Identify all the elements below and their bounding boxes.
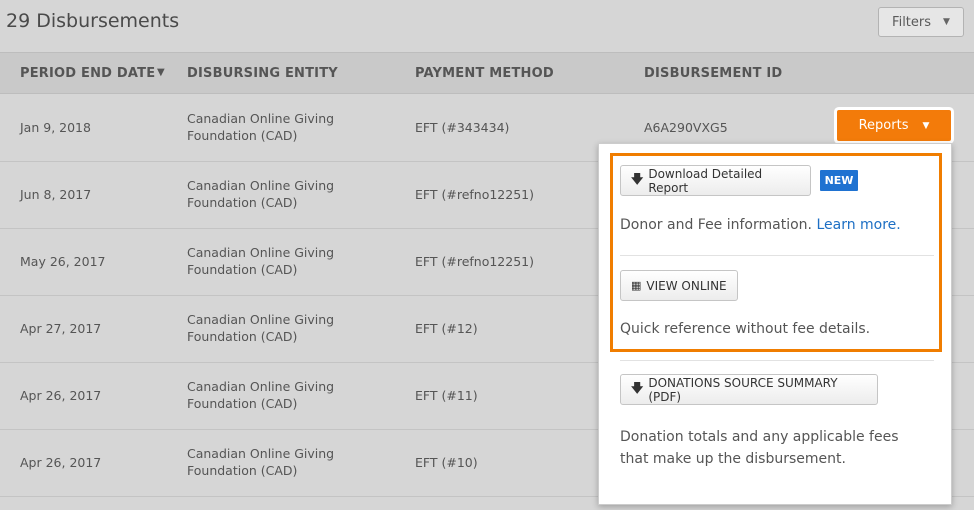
reports-button[interactable]: Reports ▼ <box>837 110 951 141</box>
download-description: Donor and Fee information. Learn more. <box>620 214 901 236</box>
payment-method: EFT (#refno12251) <box>415 187 534 202</box>
sort-down-icon[interactable]: ▼ <box>157 67 165 78</box>
download-desc-text: Donor and Fee information. <box>620 217 812 233</box>
view-online-description: Quick reference without fee details. <box>620 321 871 337</box>
column-disbursing-entity: DISBURSING ENTITY <box>187 66 338 81</box>
disbursing-entity: Canadian Online Giving Foundation (CAD) <box>187 178 335 210</box>
filters-button[interactable]: Filters ▼ <box>878 7 964 37</box>
view-online-label: VIEW ONLINE <box>646 278 727 293</box>
column-payment-method: PAYMENT METHOD <box>415 66 554 81</box>
disbursing-entity: Canadian Online Giving Foundation (CAD) <box>187 312 335 344</box>
payment-method: EFT (#11) <box>415 388 478 403</box>
menu-divider <box>620 255 934 256</box>
disbursement-id: A6A290VXG5 <box>644 120 728 135</box>
table-header: PERIOD END DATE ▼ DISBURSING ENTITY PAYM… <box>0 52 974 94</box>
period-end-date: Apr 26, 2017 <box>20 388 102 403</box>
period-end-date: Jan 9, 2018 <box>20 120 91 135</box>
menu-divider <box>620 360 934 361</box>
payment-method: EFT (#343434) <box>415 120 510 135</box>
disbursing-entity: Canadian Online Giving Foundation (CAD) <box>187 379 335 411</box>
download-arrow-icon: 🡇 <box>631 381 644 395</box>
table-grid-icon: ▦ <box>631 279 642 292</box>
download-detailed-report-label: Download Detailed Report <box>648 166 763 195</box>
new-badge: NEW <box>820 170 858 191</box>
disbursing-entity: Canadian Online Giving Foundation (CAD) <box>187 245 335 277</box>
payment-method: EFT (#refno12251) <box>415 254 534 269</box>
view-online-button[interactable]: ▦ VIEW ONLINE <box>620 270 738 301</box>
donations-source-summary-label: DONATIONS SOURCE SUMMARY (PDF) <box>648 375 838 404</box>
column-disbursement-id: DISBURSEMENT ID <box>644 66 783 81</box>
reports-label: Reports <box>858 118 909 133</box>
chevron-down-icon: ▼ <box>943 17 950 27</box>
period-end-date: Apr 26, 2017 <box>20 455 102 470</box>
learn-more-link[interactable]: Learn more. <box>816 217 900 233</box>
page-header: 29 Disbursements Filters ▼ <box>0 0 974 52</box>
chevron-down-icon: ▼ <box>922 120 930 131</box>
period-end-date: May 26, 2017 <box>20 254 106 269</box>
payment-method: EFT (#12) <box>415 321 478 336</box>
disbursing-entity: Canadian Online Giving Foundation (CAD) <box>187 446 335 478</box>
column-period-end-date[interactable]: PERIOD END DATE <box>20 66 155 81</box>
donations-source-summary-button[interactable]: 🡇 DONATIONS SOURCE SUMMARY (PDF) <box>620 374 878 405</box>
donations-summary-description: Donation totals and any applicable fees … <box>620 429 899 467</box>
disbursing-entity: Canadian Online Giving Foundation (CAD) <box>187 111 335 143</box>
period-end-date: Apr 27, 2017 <box>20 321 102 336</box>
page-title: 29 Disbursements <box>6 10 180 32</box>
download-arrow-icon: 🡇 <box>631 172 644 186</box>
payment-method: EFT (#10) <box>415 455 478 470</box>
filters-label: Filters <box>892 14 932 30</box>
download-detailed-report-button[interactable]: 🡇 Download Detailed Report <box>620 165 811 196</box>
period-end-date: Jun 8, 2017 <box>20 187 92 202</box>
